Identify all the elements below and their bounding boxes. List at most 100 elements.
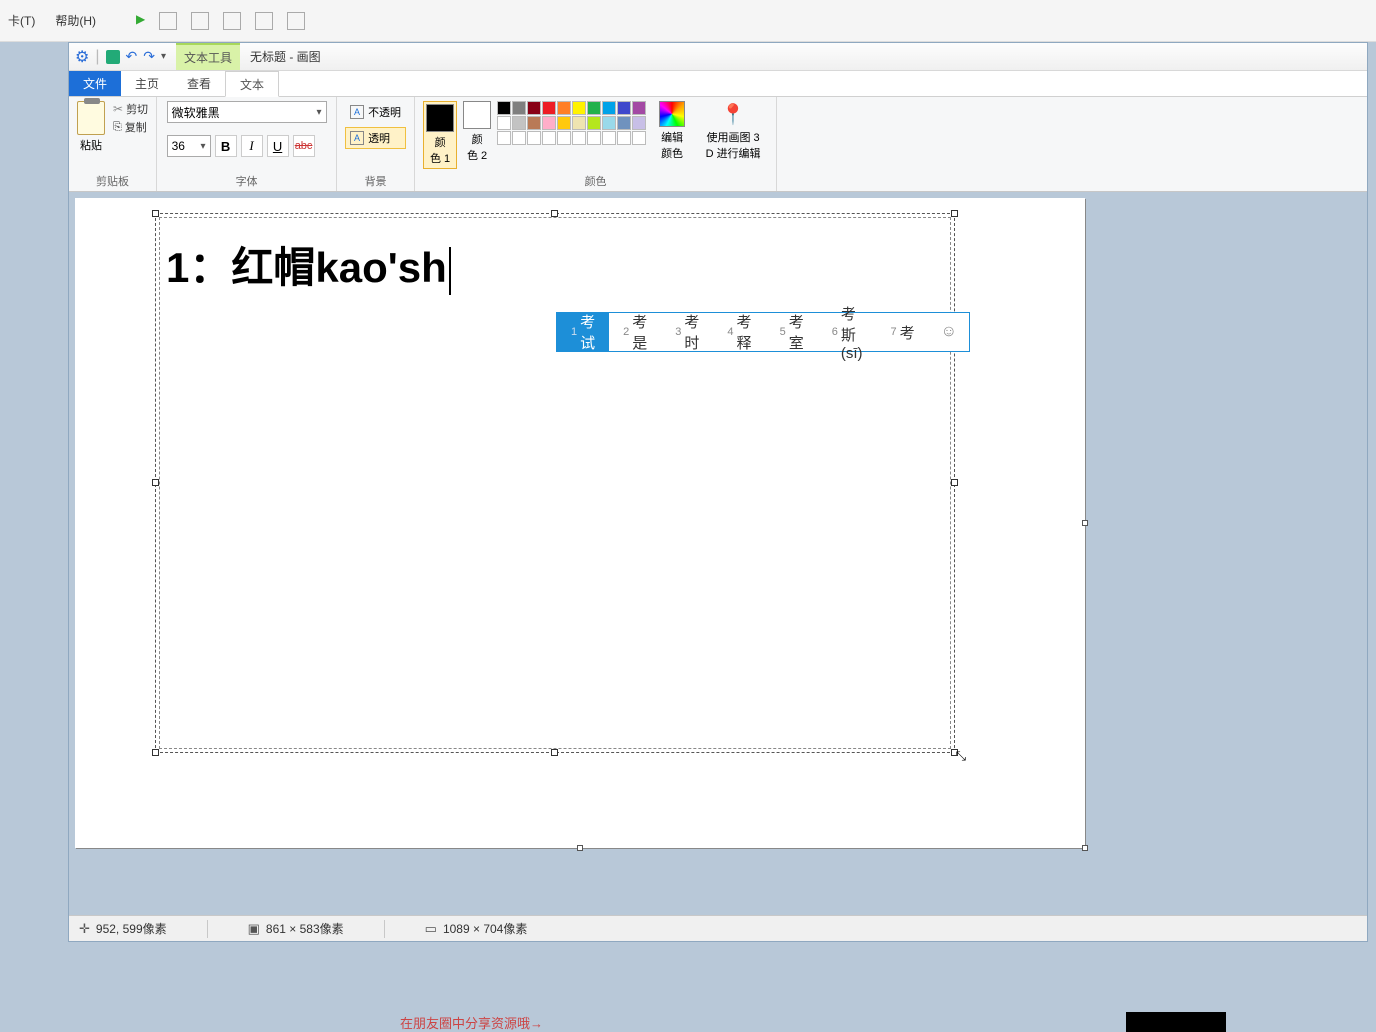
edit-colors-button[interactable]: 编辑 颜色 bbox=[652, 101, 692, 161]
cursor-position: ✛952, 599像素 bbox=[79, 920, 167, 937]
palette-swatch[interactable] bbox=[497, 116, 511, 130]
canvas-area[interactable]: 1：红帽kao'sh 1考试2考是3考时4考释5考室6考斯(sī)7考☺ ⤡ bbox=[69, 192, 1367, 915]
font-family-select[interactable]: 微软雅黑 bbox=[167, 101, 327, 123]
resize-handle[interactable] bbox=[152, 479, 159, 486]
palette-swatch[interactable] bbox=[542, 101, 556, 115]
toolbar-icon[interactable] bbox=[255, 12, 273, 30]
palette-swatch[interactable] bbox=[587, 116, 601, 130]
ime-candidate[interactable]: 6考斯(sī) bbox=[818, 313, 877, 351]
color2-button[interactable]: 颜 色 2 bbox=[463, 101, 491, 163]
color1-swatch bbox=[426, 104, 454, 132]
canvas-resize-handle[interactable] bbox=[1082, 520, 1088, 526]
palette-swatch[interactable] bbox=[557, 131, 571, 145]
resize-handle[interactable] bbox=[152, 749, 159, 756]
italic-button[interactable]: I bbox=[241, 135, 263, 157]
play-icon[interactable]: ▶ bbox=[136, 12, 145, 30]
ime-candidate[interactable]: 5考室 bbox=[766, 313, 818, 351]
copy-button[interactable]: ⎘复制 bbox=[113, 119, 148, 135]
underline-button[interactable]: U bbox=[267, 135, 289, 157]
palette-swatch[interactable] bbox=[632, 101, 646, 115]
palette-swatch[interactable] bbox=[587, 101, 601, 115]
transparent-toggle[interactable]: A透明 bbox=[345, 127, 406, 149]
palette-swatch[interactable] bbox=[632, 131, 646, 145]
window-title: 无标题 - 画图 bbox=[250, 48, 321, 65]
palette-swatch[interactable] bbox=[572, 101, 586, 115]
selection-icon: ▣ bbox=[248, 921, 260, 937]
clipboard-icon bbox=[77, 101, 105, 135]
paste-button[interactable]: 粘贴 bbox=[77, 101, 105, 153]
redo-icon[interactable]: ↷ bbox=[143, 48, 155, 65]
canvas-resize-handle[interactable] bbox=[1082, 845, 1088, 851]
ribbon-tabs: 文件 主页 查看 文本 bbox=[69, 71, 1367, 97]
tab-home[interactable]: 主页 bbox=[121, 71, 173, 96]
palette-swatch[interactable] bbox=[602, 101, 616, 115]
font-size-select[interactable]: 36 bbox=[167, 135, 211, 157]
paste-label: 粘贴 bbox=[80, 137, 102, 153]
palette-swatch[interactable] bbox=[527, 131, 541, 145]
toolbar-icon[interactable] bbox=[223, 12, 241, 30]
palette-swatch[interactable] bbox=[512, 131, 526, 145]
palette-swatch[interactable] bbox=[497, 101, 511, 115]
opaque-icon: A bbox=[350, 105, 364, 119]
resize-handle[interactable] bbox=[951, 479, 958, 486]
palette-swatch[interactable] bbox=[572, 116, 586, 130]
resize-handle[interactable] bbox=[152, 210, 159, 217]
ime-candidate[interactable]: 4考释 bbox=[713, 313, 765, 351]
palette-swatch[interactable] bbox=[512, 116, 526, 130]
tab-file[interactable]: 文件 bbox=[69, 71, 121, 96]
canvas-resize-handle[interactable] bbox=[577, 845, 583, 851]
palette-swatch[interactable] bbox=[497, 131, 511, 145]
palette-swatch[interactable] bbox=[557, 116, 571, 130]
cut-button[interactable]: ✂剪切 bbox=[113, 101, 148, 117]
ime-candidate[interactable]: 3考时 bbox=[661, 313, 713, 351]
palette-swatch[interactable] bbox=[572, 131, 586, 145]
scissors-icon: ✂ bbox=[113, 102, 123, 116]
toolbar-icon[interactable] bbox=[191, 12, 209, 30]
paint3d-button[interactable]: 📍 使用画图 3 D 进行编辑 bbox=[698, 101, 768, 161]
tab-view[interactable]: 查看 bbox=[173, 71, 225, 96]
text-box[interactable]: 1：红帽kao'sh 1考试2考是3考时4考释5考室6考斯(sī)7考☺ ⤡ bbox=[155, 213, 955, 753]
opaque-toggle[interactable]: A不透明 bbox=[345, 101, 406, 123]
group-clipboard: 粘贴 ✂剪切 ⎘复制 剪贴板 bbox=[69, 97, 157, 191]
copy-icon: ⎘ bbox=[113, 121, 122, 134]
palette-swatch[interactable] bbox=[602, 116, 616, 130]
palette-swatch[interactable] bbox=[542, 131, 556, 145]
text-caret bbox=[449, 247, 451, 295]
palette-swatch[interactable] bbox=[512, 101, 526, 115]
toolbar-icon[interactable] bbox=[287, 12, 305, 30]
canvas[interactable]: 1：红帽kao'sh 1考试2考是3考时4考释5考室6考斯(sī)7考☺ ⤡ bbox=[75, 198, 1085, 848]
palette-swatch[interactable] bbox=[587, 131, 601, 145]
undo-icon[interactable]: ↶ bbox=[126, 48, 138, 65]
resize-handle[interactable] bbox=[951, 210, 958, 217]
app-icon: ⚙ bbox=[75, 47, 89, 67]
palette-swatch[interactable] bbox=[617, 131, 631, 145]
ime-emoji-button[interactable]: ☺ bbox=[929, 313, 969, 351]
palette-swatch[interactable] bbox=[632, 116, 646, 130]
bold-button[interactable]: B bbox=[215, 135, 237, 157]
palette-swatch[interactable] bbox=[542, 116, 556, 130]
color-palette bbox=[497, 101, 646, 145]
ime-candidate[interactable]: 7考 bbox=[876, 313, 928, 351]
color2-swatch bbox=[463, 101, 491, 129]
resize-handle[interactable] bbox=[551, 210, 558, 217]
group-font: 微软雅黑 36 B I U abc 字体 bbox=[157, 97, 337, 191]
canvas-size: ▭1089 × 704像素 bbox=[425, 920, 528, 937]
toolbar-icon[interactable] bbox=[159, 12, 177, 30]
resize-handle[interactable] bbox=[551, 749, 558, 756]
background-menubar: 卡(T) 帮助(H) ▶ bbox=[0, 0, 1376, 42]
save-icon[interactable] bbox=[106, 50, 120, 64]
palette-swatch[interactable] bbox=[527, 116, 541, 130]
bg-menu-item[interactable]: 卡(T) bbox=[8, 12, 35, 29]
palette-swatch[interactable] bbox=[602, 131, 616, 145]
palette-swatch[interactable] bbox=[527, 101, 541, 115]
qat-dropdown-icon[interactable]: ▾ bbox=[161, 51, 166, 62]
color1-button[interactable]: 颜 色 1 bbox=[423, 101, 457, 169]
palette-swatch[interactable] bbox=[617, 116, 631, 130]
tab-text[interactable]: 文本 bbox=[225, 71, 279, 97]
bg-menu-item[interactable]: 帮助(H) bbox=[55, 12, 96, 29]
strikethrough-button[interactable]: abc bbox=[293, 135, 315, 157]
palette-swatch[interactable] bbox=[557, 101, 571, 115]
palette-swatch[interactable] bbox=[617, 101, 631, 115]
ime-candidate[interactable]: 1考试 bbox=[557, 313, 609, 351]
ime-candidate[interactable]: 2考是 bbox=[609, 313, 661, 351]
